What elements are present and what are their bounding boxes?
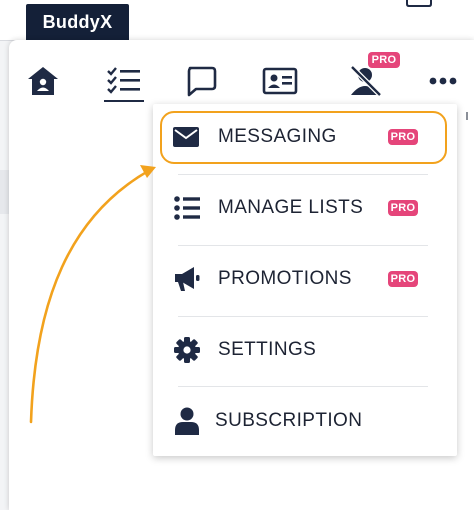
background-element xyxy=(0,170,9,214)
more-icon xyxy=(429,77,457,85)
menu-item-label: MANAGE LISTS xyxy=(218,197,364,218)
task-list-icon xyxy=(107,67,140,94)
menu-divider xyxy=(178,386,428,387)
message-icon xyxy=(187,66,217,97)
scroll-indicator xyxy=(466,112,468,120)
active-tab-indicator xyxy=(104,100,144,102)
tab-messages[interactable] xyxy=(180,60,222,102)
menu-item-settings[interactable]: SETTINGS xyxy=(153,320,457,380)
id-card-icon xyxy=(262,67,298,95)
gear-icon xyxy=(174,337,200,363)
home-icon xyxy=(28,67,58,95)
list-icon xyxy=(174,196,200,220)
menu-item-label: SETTINGS xyxy=(218,339,317,360)
user-icon xyxy=(175,407,199,435)
menu-item-manage-lists[interactable]: MANAGE LISTS PRO xyxy=(153,178,457,238)
tab-profile-card[interactable] xyxy=(259,60,301,102)
tab-home[interactable] xyxy=(22,60,64,102)
menu-item-promotions[interactable]: PROMOTIONS PRO xyxy=(153,249,457,309)
menu-divider xyxy=(178,245,428,246)
menu-item-subscription[interactable]: SUBSCRIPTION xyxy=(153,391,457,451)
user-off-icon xyxy=(350,65,382,97)
brand-logo[interactable]: BuddyX xyxy=(26,4,129,40)
chat-icon[interactable] xyxy=(405,0,433,8)
tab-tasks[interactable] xyxy=(103,60,145,102)
pro-badge: PRO xyxy=(388,200,418,216)
pro-badge: PRO xyxy=(368,52,400,68)
menu-item-label: SUBSCRIPTION xyxy=(215,410,363,431)
tab-more[interactable] xyxy=(422,60,464,102)
menu-item-label: PROMOTIONS xyxy=(218,268,352,289)
menu-divider xyxy=(178,174,428,175)
pro-badge: PRO xyxy=(388,271,418,287)
menu-divider xyxy=(178,316,428,317)
megaphone-icon xyxy=(173,265,201,293)
highlight-outline xyxy=(160,111,447,164)
